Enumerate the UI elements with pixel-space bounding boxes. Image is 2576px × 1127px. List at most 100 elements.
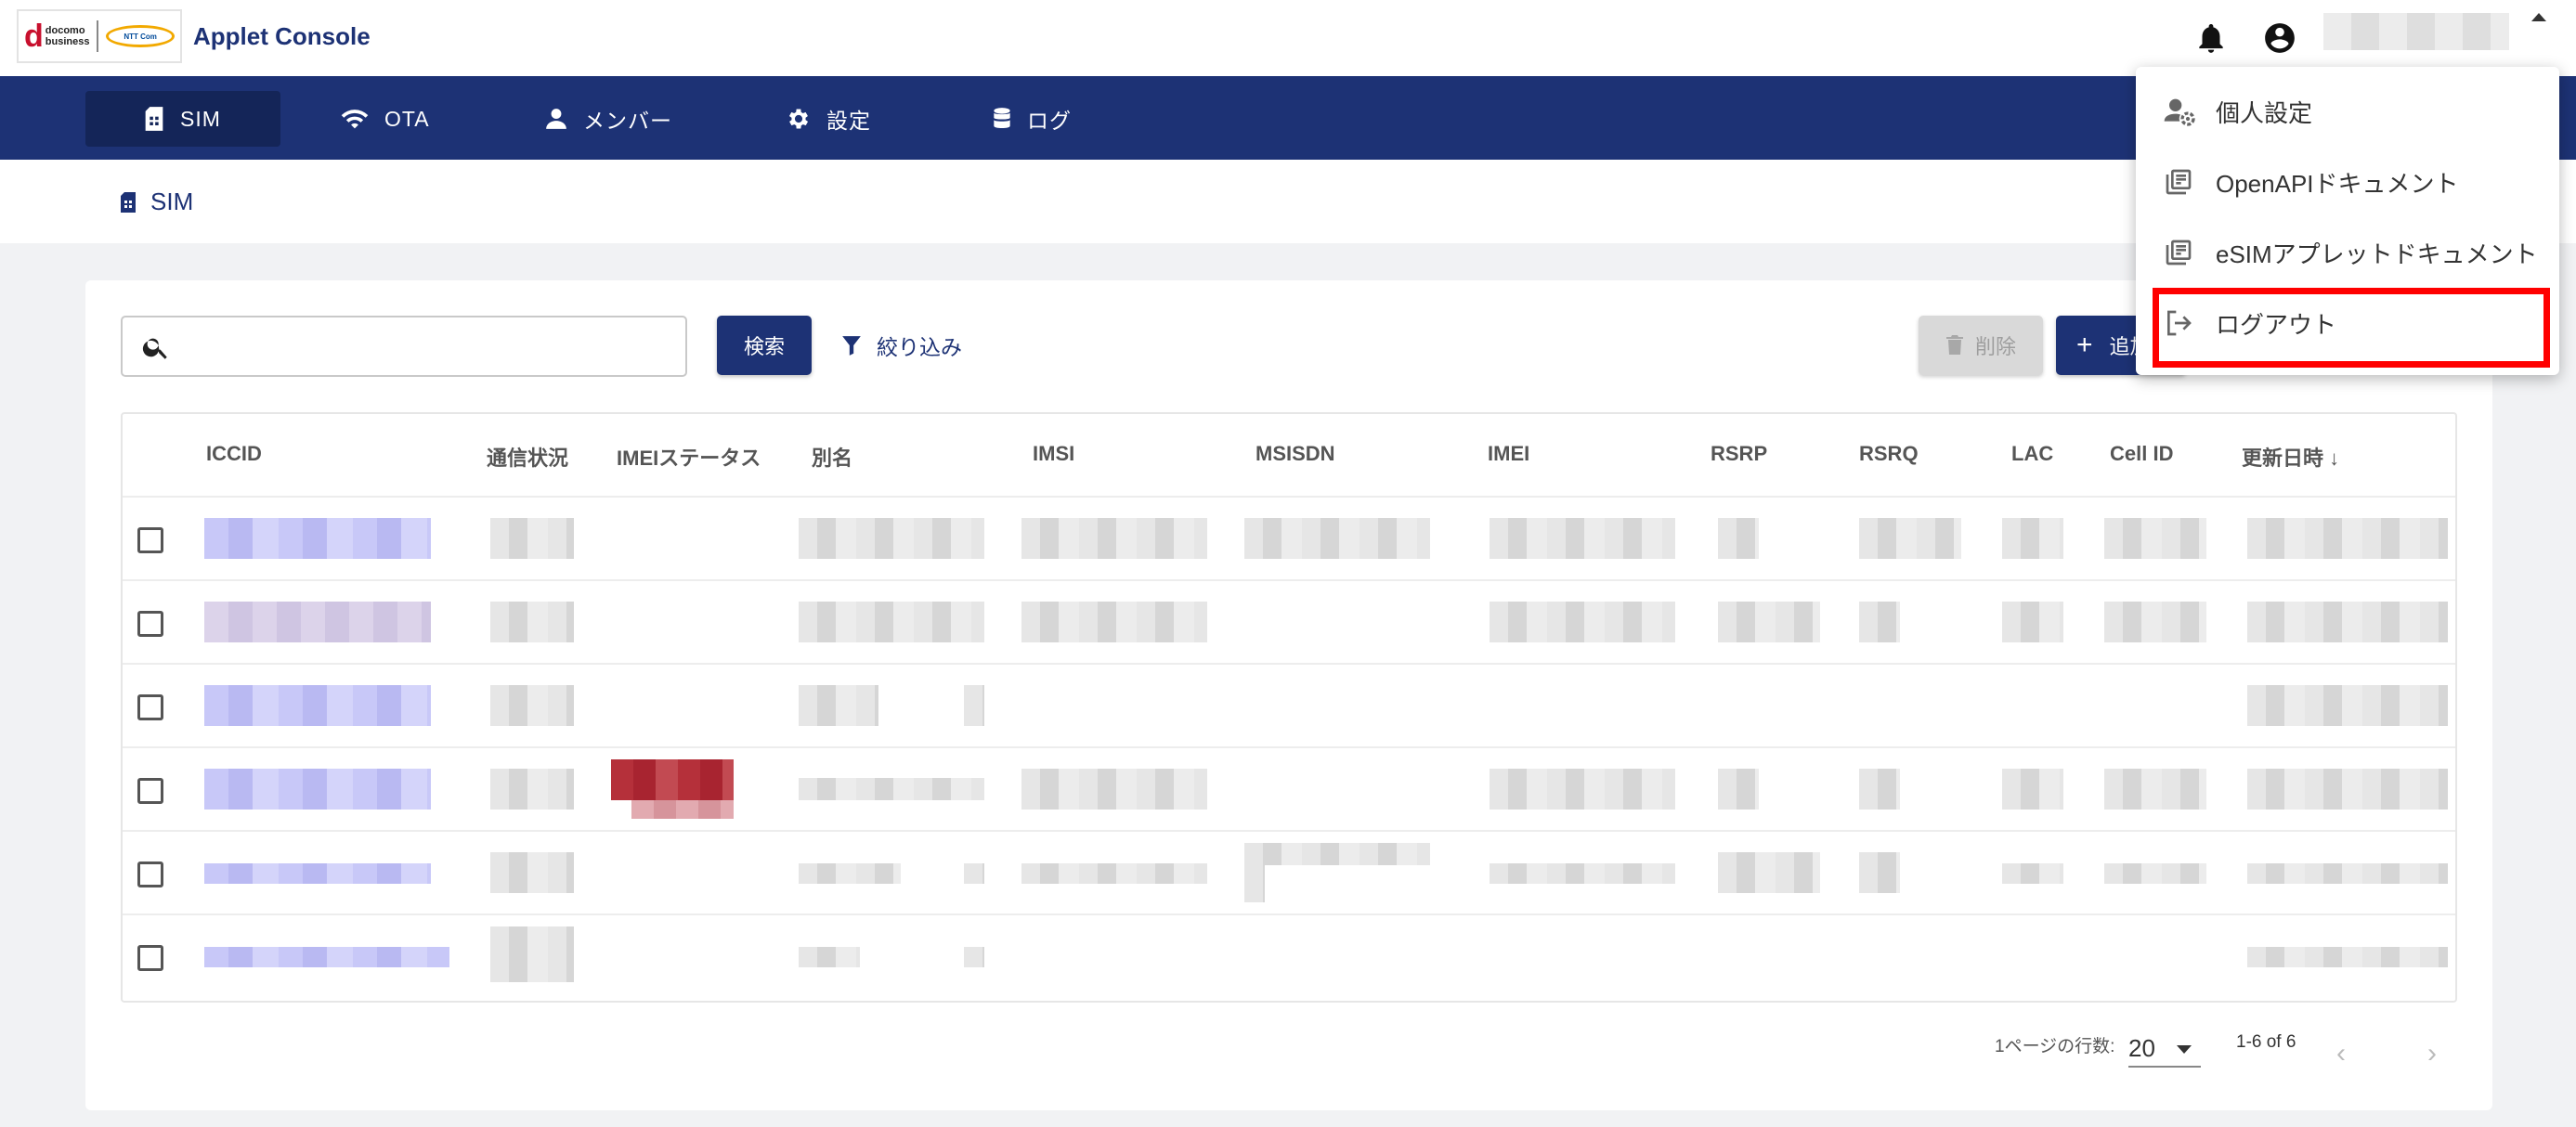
redacted-cell (1021, 769, 1207, 810)
redacted-cell (490, 852, 574, 893)
nav-item-sim[interactable]: SIM (85, 91, 280, 147)
prev-page-chevron-icon[interactable]: ‹ (2336, 1038, 2346, 1069)
column-header-iccid[interactable]: ICCID (206, 442, 262, 466)
redacted-cell (2002, 518, 2063, 559)
row-checkbox[interactable] (137, 778, 163, 804)
column-header-rsrp[interactable]: RSRP (1711, 442, 1767, 466)
redacted-cell (1718, 769, 1759, 810)
account-circle-icon[interactable] (2262, 20, 2297, 56)
table-row[interactable] (123, 913, 2455, 997)
column-header-alias[interactable]: 別名 (812, 442, 852, 472)
iccid-link-redacted[interactable] (204, 769, 431, 810)
filter-button[interactable]: 絞り込み (841, 325, 962, 366)
nav-item-settings[interactable]: 設定 (786, 91, 871, 147)
filter-button-label: 絞り込み (877, 335, 962, 359)
redacted-cell (1021, 518, 1207, 559)
redacted-cell (2104, 602, 2206, 642)
plus-icon: + (2076, 330, 2093, 360)
document-library-icon (2166, 240, 2192, 266)
iccid-link-redacted[interactable] (204, 518, 431, 559)
table-row[interactable] (123, 579, 2455, 663)
logout-highlight-box (2153, 288, 2550, 368)
nav-item-members[interactable]: メンバー (544, 91, 672, 147)
search-input[interactable] (182, 327, 674, 366)
row-checkbox[interactable] (137, 945, 163, 971)
column-header-imei[interactable]: IMEI (1488, 442, 1529, 466)
iccid-link-redacted[interactable] (204, 863, 431, 884)
breadcrumb-label[interactable]: SIM (150, 188, 193, 216)
redacted-cell (799, 685, 878, 726)
row-checkbox[interactable] (137, 611, 163, 637)
redacted-cell (1859, 769, 1900, 810)
nav-item-ota[interactable]: OTA (340, 91, 430, 147)
user-name-redacted[interactable] (2323, 13, 2509, 50)
company-logo: d docomo business NTT Com (17, 9, 182, 63)
table-header: ICCID 通信状況 IMEIステータス 別名 IMSI MSISDN IMEI… (123, 414, 2455, 496)
redacted-cell (2104, 863, 2206, 884)
imei-status-badge-redacted (631, 800, 734, 819)
redacted-cell (2002, 769, 2063, 810)
trash-icon (1945, 335, 1963, 355)
redacted-cell (1490, 769, 1675, 810)
column-header-rsrq[interactable]: RSRQ (1859, 442, 1919, 466)
redacted-cell (1859, 518, 1961, 559)
filter-icon (842, 336, 861, 356)
menu-item-esim-applet-docs[interactable]: eSIMアプレットドキュメント (2136, 219, 2559, 286)
redacted-cell (2247, 769, 2448, 810)
column-header-cell-id[interactable]: Cell ID (2110, 442, 2173, 466)
notification-bell-icon[interactable] (2193, 20, 2229, 56)
column-header-imei-status[interactable]: IMEIステータス (617, 442, 761, 472)
user-menu-caret-icon[interactable] (2531, 13, 2546, 21)
wifi-icon (341, 110, 369, 129)
table-row[interactable] (123, 663, 2455, 746)
delete-button-label: 削除 (1974, 335, 2016, 358)
table-row[interactable] (123, 830, 2455, 913)
nav-item-label: メンバー (583, 109, 672, 133)
sim-icon (145, 107, 163, 131)
iccid-link-redacted[interactable] (204, 947, 449, 967)
redacted-cell (2247, 602, 2448, 642)
app-title: Applet Console (193, 22, 371, 50)
table-row[interactable] (123, 496, 2455, 579)
delete-button[interactable]: 削除 (1919, 316, 2043, 375)
row-checkbox[interactable] (137, 527, 163, 553)
table-row[interactable] (123, 746, 2455, 830)
redacted-cell (2247, 518, 2448, 559)
column-header-status[interactable]: 通信状況 (487, 442, 568, 472)
redacted-cell (490, 926, 574, 982)
redacted-cell (1021, 602, 1207, 642)
row-checkbox[interactable] (137, 694, 163, 720)
redacted-cell (490, 518, 574, 559)
rows-per-page-select[interactable]: 20 (2128, 1027, 2201, 1068)
nav-item-label: SIM (180, 106, 221, 131)
redacted-cell (1244, 843, 1430, 865)
search-field[interactable] (121, 316, 687, 377)
redacted-cell (1244, 865, 1265, 902)
person-settings-icon (2164, 98, 2195, 126)
next-page-chevron-icon[interactable]: › (2427, 1038, 2437, 1069)
redacted-cell (2104, 518, 2206, 559)
redacted-cell (799, 778, 984, 800)
redacted-cell (490, 602, 574, 642)
search-icon (142, 338, 167, 359)
column-header-msisdn[interactable]: MSISDN (1255, 442, 1335, 466)
redacted-cell (799, 863, 901, 884)
column-header-imsi[interactable]: IMSI (1033, 442, 1074, 466)
sim-table: ICCID 通信状況 IMEIステータス 別名 IMSI MSISDN IMEI… (121, 412, 2457, 1003)
menu-item-personal-settings[interactable]: 個人設定 (2136, 78, 2559, 145)
menu-item-label: eSIMアプレットドキュメント (2216, 240, 2538, 268)
iccid-link-redacted[interactable] (204, 685, 431, 726)
menu-item-openapi-docs[interactable]: OpenAPIドキュメント (2136, 149, 2559, 215)
database-icon (994, 108, 1010, 129)
redacted-cell (490, 769, 574, 810)
redacted-cell (799, 602, 984, 642)
iccid-link-redacted[interactable] (204, 602, 431, 642)
redacted-cell (1718, 852, 1820, 893)
column-header-lac[interactable]: LAC (2011, 442, 2053, 466)
search-button[interactable]: 検索 (717, 316, 812, 375)
nav-item-logs[interactable]: ログ (992, 91, 1072, 147)
column-header-updated-at[interactable]: 更新日時 ↓ (2242, 442, 2339, 472)
nav-item-label: OTA (384, 106, 430, 131)
person-icon (546, 109, 566, 129)
row-checkbox[interactable] (137, 861, 163, 887)
